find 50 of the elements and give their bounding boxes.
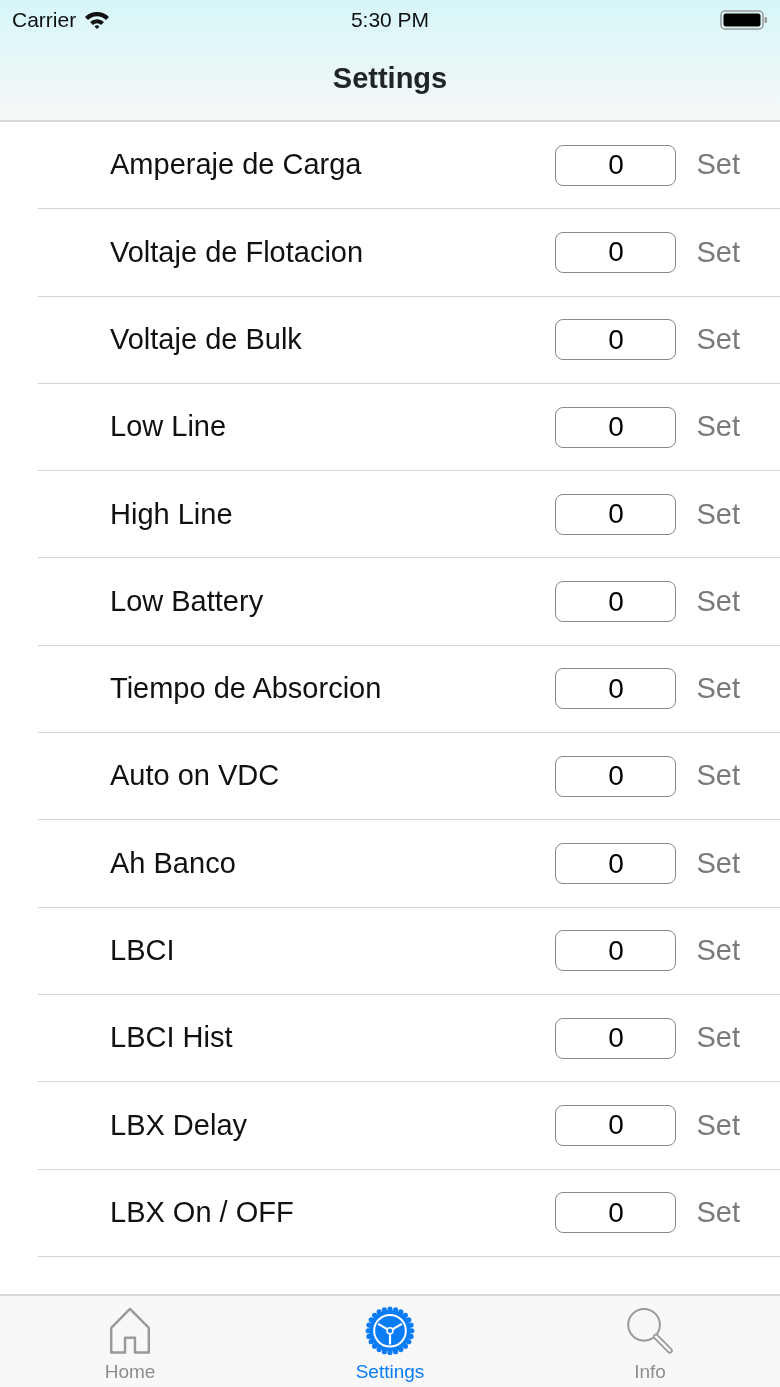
value-field[interactable]: 0 <box>555 668 677 710</box>
set-button[interactable]: Set <box>696 1190 740 1235</box>
tab[interactable]: Home <box>0 1296 260 1387</box>
set-button[interactable]: Set <box>696 230 740 275</box>
setting-label: Tiempo de Absorcion <box>110 671 383 707</box>
value-field[interactable]: 0 <box>555 319 677 361</box>
battery-icon <box>720 10 768 30</box>
value-field[interactable]: 0 <box>555 843 677 884</box>
setting-label: Voltaje de Flotacion <box>110 234 365 270</box>
wifi-icon <box>84 10 111 30</box>
carrier-text: Carrier <box>12 7 77 34</box>
value-field[interactable]: 0 <box>555 581 677 623</box>
tab[interactable]: Info <box>520 1296 780 1387</box>
set-button[interactable]: Set <box>696 929 740 973</box>
value-field[interactable]: 0 <box>555 144 677 186</box>
set-button[interactable]: Set <box>696 841 740 886</box>
value-field[interactable]: 0 <box>555 755 677 797</box>
set-button[interactable]: Set <box>696 318 740 362</box>
setting-label: High Line <box>110 496 234 532</box>
set-button[interactable]: Set <box>696 1103 740 1148</box>
setting-label: Amperaje de Carga <box>110 147 363 183</box>
set-button[interactable]: Set <box>696 492 740 537</box>
set-button[interactable]: Set <box>696 405 740 449</box>
set-button[interactable]: Set <box>696 143 740 187</box>
setting-label: Voltaje de Bulk <box>110 322 303 357</box>
set-button[interactable]: Set <box>696 754 740 798</box>
set-button[interactable]: Set <box>696 667 740 711</box>
house-icon <box>108 1306 152 1356</box>
tab[interactable]: Settings <box>260 1296 520 1387</box>
setting-label: LBX Delay <box>110 1107 248 1143</box>
clock-text: 5:30 PM <box>350 7 430 34</box>
setting-label: Low Battery <box>110 583 265 619</box>
value-field[interactable]: 0 <box>555 493 677 535</box>
setting-label: LBCI <box>110 933 176 969</box>
set-button[interactable]: Set <box>696 1016 740 1060</box>
set-button[interactable]: Set <box>696 579 740 624</box>
value-field[interactable]: 0 <box>555 930 677 972</box>
setting-label: Auto on VDC <box>110 758 281 794</box>
settings-icon <box>365 1306 415 1356</box>
setting-label: LBX On / OFF <box>110 1194 295 1230</box>
screen-title: Settings <box>332 61 448 97</box>
setting-label: Low Line <box>110 409 228 445</box>
search-icon <box>625 1306 675 1356</box>
value-field[interactable]: 0 <box>555 406 677 448</box>
value-field[interactable]: 0 <box>555 1104 677 1146</box>
setting-label: Ah Banco <box>110 845 237 881</box>
setting-label: LBCI Hist <box>110 1020 234 1056</box>
value-field[interactable]: 0 <box>555 1017 677 1059</box>
value-field[interactable]: 0 <box>555 231 677 273</box>
value-field[interactable]: 0 <box>555 1192 677 1234</box>
